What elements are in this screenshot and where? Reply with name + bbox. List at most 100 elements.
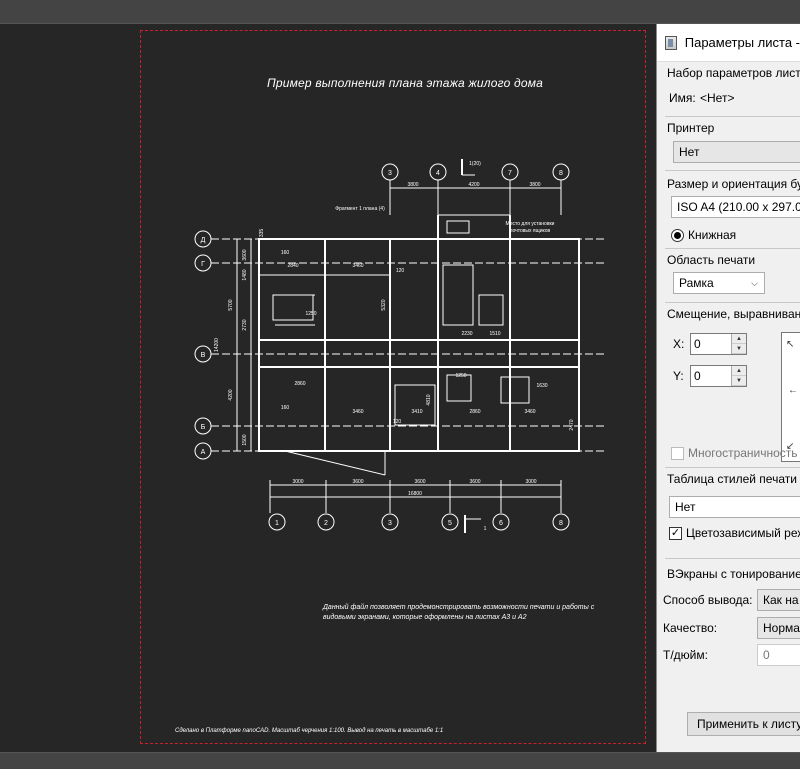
quality-value: Норма <box>763 621 800 635</box>
dim-bottom: 3600 <box>352 479 363 485</box>
x-offset-value: 0 <box>694 337 701 351</box>
room-dim: 2840 <box>287 263 298 269</box>
room-dim: 4200 <box>228 389 234 400</box>
room-dim: 3410 <box>411 409 422 415</box>
apply-to-sheet-button[interactable]: Применить к листу <box>687 712 800 736</box>
room-dim: 160 <box>281 405 290 411</box>
dpi-input[interactable]: 0 <box>757 644 800 666</box>
drawing-footer: Сделано в Платформе nanoCAD. Масштаб чер… <box>175 728 444 734</box>
room-dim: 1500 <box>242 434 248 445</box>
section-mark-label: 1 <box>484 526 487 532</box>
room-dim: 3460 <box>352 263 363 269</box>
multipage-label: Многостраничность <box>688 446 798 460</box>
elevator-label: почтовых ящиков <box>510 228 551 234</box>
quality-label: Качество: <box>663 621 718 635</box>
align-left-icon[interactable]: ← <box>788 385 798 396</box>
room-dim: 14200 <box>214 338 220 352</box>
room-dim: 2230 <box>461 331 472 337</box>
divider <box>665 467 800 468</box>
name-value: <Нет> <box>700 91 735 105</box>
room-dim: 1510 <box>489 331 500 337</box>
checkbox-checked-icon: ✓ <box>669 527 682 541</box>
paper-size-value: ISO A4 (210.00 x 297.00 M <box>677 200 800 214</box>
dim-bottom: 3600 <box>469 479 480 485</box>
elevator-label: Место для установки <box>506 221 555 227</box>
x-offset-input[interactable]: 0 ▲ ▼ <box>690 333 747 355</box>
style-table-select[interactable]: Нет <box>669 496 800 518</box>
dim-bottom: 3600 <box>414 479 425 485</box>
output-method-label: Способ вывода: <box>663 593 753 607</box>
status-bar <box>0 752 800 769</box>
drawing-note: Данный файл позволяет продемонстрировать… <box>323 604 595 621</box>
color-dependent-checkbox[interactable]: ✓ Цветозависимый реж <box>669 526 800 541</box>
y-offset-input[interactable]: 0 ▲ ▼ <box>690 365 747 387</box>
y-offset-value: 0 <box>694 369 701 383</box>
spin-up-icon[interactable]: ▲ <box>732 366 746 376</box>
room-dim: 120 <box>396 268 405 274</box>
dim-top: 4200 <box>468 182 479 188</box>
axis-bottom-label: 1 <box>275 520 279 527</box>
axis-top-label: 7 <box>508 170 512 177</box>
divider <box>665 170 800 171</box>
quality-select[interactable]: Норма <box>757 617 800 639</box>
floor-plan-drawing: 3 4 7 8 Д Г В Б А 1 2 3 5 6 8 3800 4200 … <box>194 159 605 533</box>
divider <box>665 558 800 559</box>
apply-button-label: Применить к листу <box>697 717 800 731</box>
axis-left-label: В <box>201 352 206 359</box>
dim-top: 3800 <box>529 182 540 188</box>
dim-total: 16800 <box>408 491 422 497</box>
room-dim: 3600 <box>242 249 248 260</box>
style-table-section-label: Таблица стилей печати <box>667 472 797 486</box>
orientation-portrait-label: Книжная <box>688 228 737 242</box>
room-dim: 335 <box>259 229 265 238</box>
room-dim: 160 <box>281 250 290 256</box>
dialog-titlebar[interactable]: Параметры листа - <box>657 24 800 62</box>
plot-area-value: Рамка <box>679 276 714 290</box>
output-method-value: Как на <box>763 593 799 607</box>
output-method-select[interactable]: Как на <box>757 589 800 611</box>
spin-down-icon[interactable]: ▼ <box>732 376 746 386</box>
dim-top: 3800 <box>407 182 418 188</box>
room-dim: 3460 <box>352 409 363 415</box>
fragment-label: Фрагмент 1 плана (4) <box>335 206 385 212</box>
divider <box>665 116 800 117</box>
top-toolbar <box>0 0 800 24</box>
axis-bottom-label: 6 <box>499 520 503 527</box>
paper-size-select[interactable]: ISO A4 (210.00 x 297.00 M <box>671 196 800 218</box>
checkbox-unchecked-icon <box>671 447 684 461</box>
room-dim: 4810 <box>426 394 432 405</box>
axis-bottom-label: 8 <box>559 520 563 527</box>
preset-label: Набор параметров лист <box>667 66 800 80</box>
printer-select[interactable]: Нет <box>673 141 800 163</box>
dim-bottom: 3000 <box>292 479 303 485</box>
spin-up-icon[interactable]: ▲ <box>732 334 746 344</box>
axis-left-label: Д <box>201 237 206 244</box>
divider <box>665 302 800 303</box>
plot-area-select[interactable]: Рамка ⌵ <box>673 272 765 294</box>
room-dim: 1630 <box>536 383 547 389</box>
alignment-preview[interactable]: ↖ ← ↙ <box>781 332 800 462</box>
radio-checked-icon <box>671 229 684 243</box>
room-dim: 1480 <box>242 269 248 280</box>
y-offset-label: Y: <box>673 369 684 383</box>
printer-section-label: Принтер <box>667 121 715 135</box>
axis-bottom-label: 3 <box>388 520 392 527</box>
spin-down-icon[interactable]: ▼ <box>732 344 746 354</box>
room-dim: 2860 <box>469 409 480 415</box>
axis-bottom-label: 2 <box>324 520 328 527</box>
dropdown-arrow-icon: ⌵ <box>751 278 758 288</box>
align-top-left-icon[interactable]: ↖ <box>786 339 794 350</box>
dialog-title: Параметры листа - <box>684 35 800 50</box>
name-label: Имя: <box>669 91 696 105</box>
drawing-title: Пример выполнения плана этажа жилого дом… <box>266 76 544 90</box>
axis-top-label: 3 <box>388 170 392 177</box>
room-dim: 5320 <box>381 299 387 310</box>
multipage-checkbox[interactable]: Многостраничность <box>671 446 798 461</box>
x-offset-label: X: <box>673 337 685 351</box>
axis-bottom-label: 5 <box>448 520 452 527</box>
room-dim: 120 <box>393 419 402 425</box>
orientation-portrait-radio[interactable]: Книжная <box>671 228 737 243</box>
color-dependent-label: Цветозависимый реж <box>686 526 800 540</box>
room-dim: 2730 <box>242 319 248 330</box>
room-dim: 1250 <box>305 311 316 317</box>
